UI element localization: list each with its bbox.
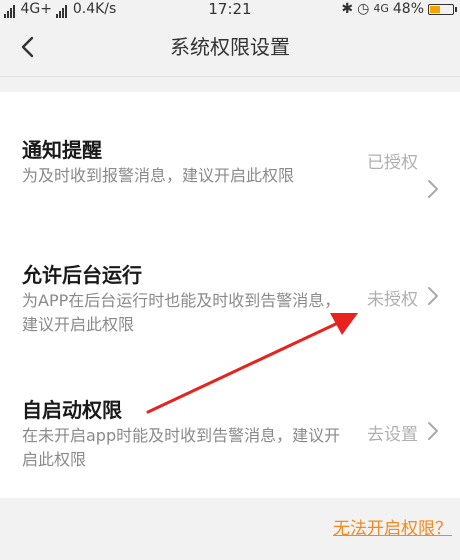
bluetooth-icon: ✱ xyxy=(341,1,354,17)
permission-status: 未授权 xyxy=(367,290,418,310)
chevron-right-icon xyxy=(428,180,438,198)
network-type-right: 4G xyxy=(373,2,389,15)
permission-description: 为及时收到报警消息，建议开启此权限 xyxy=(22,166,295,185)
battery-icon xyxy=(428,3,457,15)
permission-title: 允许后台运行 xyxy=(22,263,142,287)
chevron-right-icon xyxy=(428,422,438,440)
permission-status: 已授权 xyxy=(367,153,418,173)
permission-row-background[interactable]: 允许后台运行 为APP在后台运行时也能及时收到告警消息，建议开启此权限 未授权 xyxy=(0,247,460,347)
status-right: ✱ ◷ 4G 48% xyxy=(341,0,457,18)
page-title: 系统权限设置 xyxy=(170,35,290,59)
chevron-right-icon xyxy=(428,287,438,305)
permission-row-autostart[interactable]: 自启动权限 在未开启app时能及时收到告警消息，建议开启此权限 去设置 xyxy=(0,382,460,482)
permission-row-notification[interactable]: 通知提醒 为及时收到报警消息，建议开启此权限 已授权 xyxy=(0,122,460,212)
permission-description: 在未开启app时能及时收到告警消息，建议开启此权限 xyxy=(22,426,341,469)
alarm-icon: ◷ xyxy=(357,1,370,17)
permission-title: 通知提醒 xyxy=(22,138,102,162)
status-bar: 4G+ 0.4K/s 17:21 ✱ ◷ 4G 48% xyxy=(0,0,460,18)
title-bar: 系统权限设置 xyxy=(0,18,460,77)
cannot-enable-permission-link[interactable]: 无法开启权限？ xyxy=(333,514,452,539)
permission-title: 自启动权限 xyxy=(22,398,122,422)
permission-status: 去设置 xyxy=(367,425,418,445)
permissions-list: 通知提醒 为及时收到报警消息，建议开启此权限 已授权 允许后台运行 为APP在后… xyxy=(0,92,460,498)
battery-percent: 48% xyxy=(392,1,424,17)
permission-description: 为APP在后台运行时也能及时收到告警消息，建议开启此权限 xyxy=(22,291,341,334)
